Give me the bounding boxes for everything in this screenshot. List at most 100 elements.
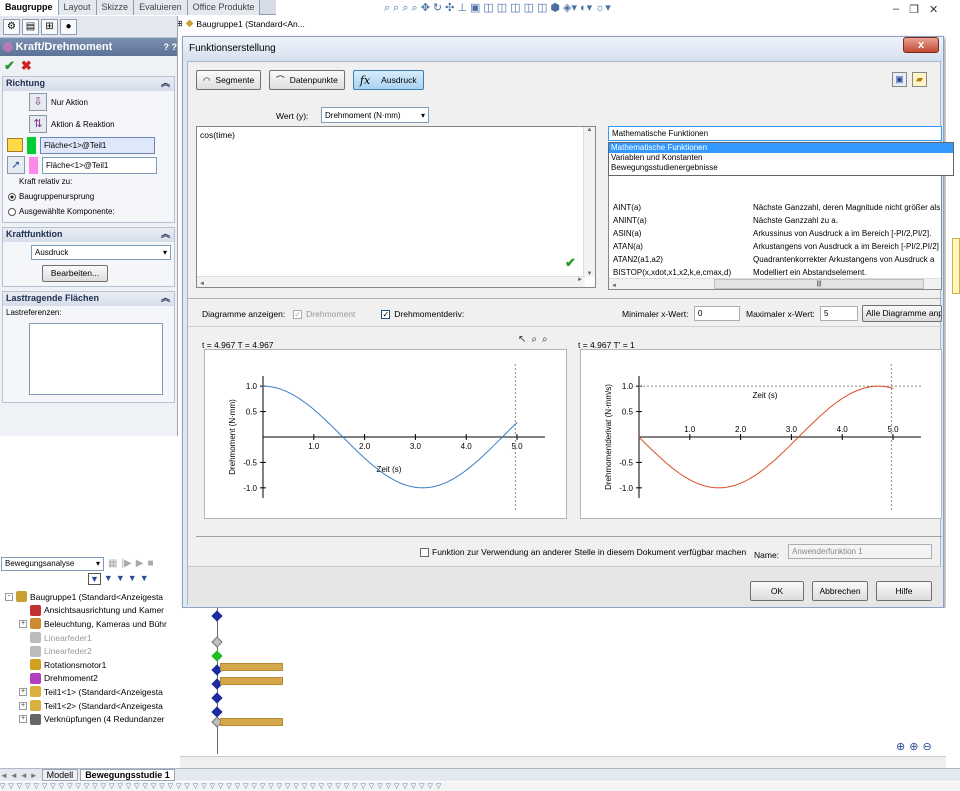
close-icon[interactable]: ✕ — [929, 3, 938, 16]
hilfe-button[interactable]: Hilfe — [876, 581, 932, 601]
view-orientation-icon[interactable]: ◫ — [483, 2, 493, 15]
expand-icon[interactable]: + — [19, 687, 27, 696]
reuse-checkbox[interactable] — [420, 547, 429, 557]
feature-tree-flyout[interactable]: ⊞ ◆ Baugruppe1 (Standard<An... — [176, 18, 305, 29]
plot-drehmoment[interactable]: 1.0 2.0 3.0 4.0 5.0 1.0 0.5 -0.5 -1.0 Zeit (s) Dre… — [204, 349, 567, 519]
display-style-icon[interactable]: ◫ — [497, 2, 507, 15]
motor-timeline-bar[interactable] — [220, 663, 283, 671]
face2-field[interactable]: Fläche<1>@Teil1 — [42, 156, 157, 174]
zoom-area-icon[interactable]: ⌕ — [393, 2, 399, 15]
derivat-checkbox[interactable]: ✓ — [381, 309, 391, 319]
kraftfunktion-header[interactable]: Kraftfunktion ︽ — [3, 228, 174, 242]
bearbeiten-button[interactable]: Bearbeiten... — [42, 265, 108, 282]
tree-item[interactable]: + Teil1<1> (Standard<Anzeigesta — [0, 685, 178, 699]
timeline-hscrollbar[interactable] — [180, 756, 946, 768]
aktion-reaktion-row[interactable]: ⇅ Aktion & Reaktion — [3, 113, 174, 135]
calculate-icon[interactable]: ▦ — [108, 558, 117, 569]
tree-item[interactable]: + Beleuchtung, Kameras und Bühr — [0, 617, 178, 631]
pointer-icon[interactable]: ↖ — [518, 334, 526, 345]
key-point[interactable] — [211, 636, 223, 648]
study-type-select[interactable]: Bewegungsanalyse ▾ — [1, 556, 104, 571]
expand-icon[interactable]: - — [5, 592, 13, 601]
configuration-tab-icon[interactable]: ⊞ — [41, 19, 58, 35]
zoom-fit-icon[interactable]: ⊖ — [922, 740, 931, 753]
section-view-icon[interactable]: ▣ — [470, 2, 480, 15]
datenpunkte-button[interactable]: ⌒ Datenpunkte — [269, 70, 345, 90]
tab-evaluieren[interactable]: Evaluieren — [134, 0, 188, 15]
segmente-button[interactable]: ◠ Segmente — [196, 70, 262, 90]
mates-timeline-bar[interactable] — [220, 718, 283, 726]
tab-bewegungsstudie[interactable]: Bewegungsstudie 1 — [80, 769, 175, 781]
shaded-icon[interactable]: ◫ — [537, 2, 547, 15]
filter-animated-icon[interactable]: ▼ — [104, 573, 113, 585]
tab-skizze[interactable]: Skizze — [96, 0, 135, 15]
ausdruck-button[interactable]: fx Ausdruck — [352, 70, 424, 90]
zoom-area-icon[interactable]: ⌕ — [531, 334, 537, 345]
drehmoment-timeline-bar[interactable] — [220, 677, 283, 685]
collapse-icon[interactable]: ︽ — [161, 77, 170, 91]
name-input[interactable]: Anwenderfunktion 1 — [788, 544, 932, 559]
function-row[interactable]: ASIN(a) Arkussinus von Ausdruck a im Bere… — [609, 227, 941, 240]
expand-icon[interactable]: + — [19, 619, 27, 628]
tab-modell[interactable]: Modell — [41, 769, 79, 781]
tab-scroll-icons[interactable]: ◄◄◄► — [0, 771, 40, 780]
filter-driving-icon[interactable]: ▼ — [116, 573, 125, 585]
function-row[interactable]: ANINT(a) Nächste Ganzzahl zu a. — [609, 214, 941, 227]
function-row[interactable]: ATAN(a) Arkustangens von Ausdruck a im Be… — [609, 240, 941, 253]
direction-icon[interactable]: ➚ — [7, 156, 25, 174]
zoom-fit-icon[interactable]: ⌕ — [542, 334, 548, 345]
expand-icon[interactable]: + — [19, 715, 27, 724]
alle-diagramme-button[interactable]: Alle Diagramme anpa — [862, 305, 942, 322]
key-point[interactable] — [211, 692, 223, 704]
collapse-icon[interactable]: ︽ — [161, 228, 170, 242]
max-x-input[interactable]: 5 — [820, 306, 858, 321]
tree-item[interactable]: Linearfeder1 — [0, 631, 178, 645]
cancel-icon[interactable]: ✖ — [21, 58, 32, 73]
tree-item[interactable]: Rotationsmotor1 — [0, 658, 178, 672]
tab-layout[interactable]: Layout — [58, 0, 97, 15]
lasttragende-header[interactable]: Lasttragende Flächen ︽ — [3, 292, 174, 306]
radio-ausgewaehlte-komponente[interactable]: Ausgewählte Komponente: — [3, 204, 174, 219]
min-x-input[interactable]: 0 — [694, 306, 740, 321]
tree-item[interactable]: + Teil1<2> (Standard<Anzeigesta — [0, 699, 178, 713]
play-start-icon[interactable]: |▶ — [121, 558, 131, 569]
category-select[interactable]: Mathematische Funktionen — [608, 126, 942, 141]
pan-icon[interactable]: ✥ — [421, 2, 430, 15]
save-icon[interactable]: ▣ — [892, 72, 907, 87]
lastref-list[interactable] — [29, 323, 163, 395]
expression-vscrollbar[interactable]: ▲ ▼ — [583, 127, 595, 277]
open-icon[interactable]: ▰ — [912, 72, 927, 87]
radio-dot-off[interactable] — [8, 207, 16, 216]
feature-tree-tab-icon[interactable]: ⚙ — [3, 19, 20, 35]
filter-results-icon[interactable]: ▼ — [140, 573, 149, 585]
function-row[interactable]: ATAN2(a1,a2) Quadrantenkorrekter Arkustan… — [609, 253, 941, 266]
expression-text[interactable]: cos(time) — [197, 127, 595, 143]
property-manager-tab-icon[interactable]: ▤ — [22, 19, 39, 35]
richtung-header[interactable]: Richtung ︽ — [3, 77, 174, 91]
abbrechen-button[interactable]: Abbrechen — [812, 581, 868, 601]
minimize-icon[interactable]: – — [893, 3, 899, 16]
ok-button[interactable]: OK — [750, 581, 804, 601]
function-type-select[interactable]: Ausdruck ▾ — [31, 245, 171, 260]
drehmoment-checkbox[interactable]: ✓ — [293, 309, 303, 319]
category-option[interactable]: Bewegungsstudienergebnisse — [609, 163, 953, 173]
standard-views-icon[interactable]: ⊥ — [457, 2, 467, 15]
wert-select[interactable]: Drehmoment (N·mm) ▾ — [321, 107, 429, 123]
tree-item[interactable]: Drehmoment2 — [0, 672, 178, 686]
plot-drehmomentderivat[interactable]: 1.0 2.0 3.0 4.0 5.0 1.0 0.5 -0.5 -1.0 Zeit (s) Dre… — [580, 349, 942, 519]
radio-baugruppenursprung[interactable]: Baugruppenursprung — [3, 189, 174, 204]
ok-icon[interactable]: ✔ — [4, 58, 15, 73]
filter-selected-icon[interactable]: ▼ — [128, 573, 137, 585]
scene-icon[interactable]: ☼▾ — [595, 2, 611, 15]
action-reaction-icon[interactable]: ⇅ — [29, 115, 47, 133]
expression-editor[interactable]: cos(time) ▲ ▼ ◄ ► ✔ — [196, 126, 596, 288]
tree-item[interactable]: - Baugruppe1 (Standard<Anzeigesta — [0, 590, 178, 604]
restore-icon[interactable]: ❐ — [909, 3, 919, 16]
filter-icon[interactable]: ▼ — [88, 573, 101, 585]
key-point[interactable] — [211, 650, 223, 662]
roll-icon[interactable]: ✣ — [445, 2, 454, 15]
function-row[interactable]: AINT(a) Nächste Ganzzahl, deren Magnitude… — [609, 201, 941, 214]
nur-aktion-row[interactable]: ⇩ Nur Aktion — [3, 91, 174, 113]
collapse-icon[interactable]: ︽ — [161, 292, 170, 306]
radio-dot-on[interactable] — [8, 192, 16, 201]
